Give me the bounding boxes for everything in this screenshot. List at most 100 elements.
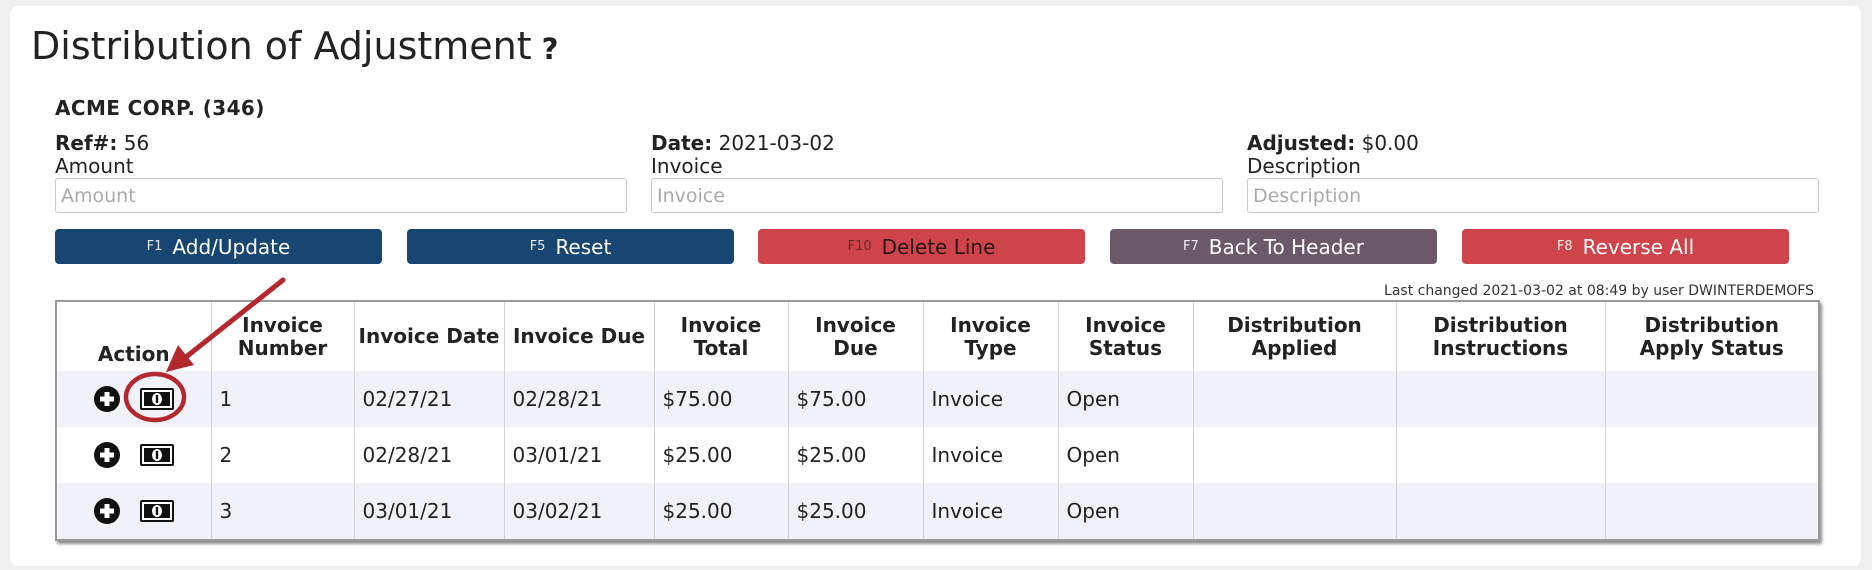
cell-distribution-apply-status [1605, 371, 1818, 427]
cell-invoice-due: $25.00 [788, 427, 924, 483]
adjusted-info: Adjusted: $0.00 [1247, 131, 1819, 155]
ref-info: Ref#: 56 [55, 131, 627, 155]
reset-label: Reset [555, 234, 612, 259]
back-to-header-key: F7 [1183, 239, 1199, 254]
col-header-invoice-number: Invoice Number [211, 302, 355, 371]
action-cell [57, 371, 212, 427]
cell-invoice-due-date: 02/28/21 [504, 371, 655, 427]
adjusted-label: Adjusted: [1247, 131, 1356, 155]
back-to-header-label: Back To Header [1208, 234, 1364, 259]
cell-distribution-applied [1193, 483, 1397, 539]
table-row: 3 03/01/21 03/02/21 $25.00 $25.00 Invoic… [57, 483, 1818, 539]
col-header-distribution-apply-status: Distribution Apply Status [1639, 312, 1784, 360]
cell-invoice-status: Open [1058, 427, 1194, 483]
cell-invoice-due-date: 03/02/21 [504, 483, 655, 539]
money-bill-icon [140, 500, 175, 522]
cell-distribution-apply-status [1605, 483, 1818, 539]
col-header-distribution-instructions: Distribution Instructions [1396, 302, 1606, 371]
cell-distribution-instructions [1396, 427, 1606, 483]
cell-distribution-applied [1193, 427, 1397, 483]
reset-button[interactable]: F5 Reset [407, 229, 734, 264]
delete-line-key: F10 [847, 239, 872, 254]
add-update-key: F1 [146, 239, 163, 254]
cell-invoice-total: $25.00 [654, 427, 789, 483]
cell-invoice-status: Open [1058, 483, 1194, 539]
cell-invoice-number: 3 [211, 483, 355, 539]
adjusted-value: $0.00 [1361, 131, 1419, 155]
delete-line-button[interactable]: F10 Delete Line [758, 229, 1085, 264]
cell-invoice-date: 02/28/21 [354, 427, 505, 483]
cell-invoice-status: Open [1058, 371, 1194, 427]
distribute-button[interactable] [140, 388, 175, 410]
delete-line-label: Delete Line [881, 234, 996, 259]
reset-key: F5 [529, 239, 546, 254]
page-title-text: Distribution of Adjustment [31, 24, 532, 68]
money-bill-icon [140, 444, 175, 466]
col-header-invoice-total: Invoice Total [654, 302, 789, 371]
amount-label: Amount [55, 154, 134, 178]
cell-invoice-total: $75.00 [654, 371, 789, 427]
cell-distribution-apply-status [1605, 427, 1818, 483]
cell-invoice-type: Invoice [923, 427, 1059, 483]
action-cell [57, 483, 212, 539]
cell-invoice-date: 02/27/21 [354, 371, 505, 427]
col-header-action: Action [57, 302, 212, 371]
amount-group: Ref#: 56 Amount [55, 131, 627, 213]
money-bill-icon [140, 388, 175, 410]
invoice-group: Date: 2021-03-02 Invoice [651, 131, 1223, 213]
cell-invoice-number: 2 [211, 427, 355, 483]
cell-distribution-instructions [1396, 483, 1606, 539]
add-update-button[interactable]: F1 Add/Update [55, 229, 382, 264]
cell-invoice-due-date: 03/01/21 [504, 427, 655, 483]
add-row-button[interactable] [93, 441, 140, 469]
cell-invoice-due: $75.00 [788, 371, 924, 427]
page-title: Distribution of Adjustment? [31, 24, 558, 68]
cell-invoice-due: $25.00 [788, 483, 924, 539]
amount-input[interactable] [55, 178, 627, 213]
description-input[interactable] [1247, 178, 1819, 213]
cell-distribution-applied [1193, 371, 1397, 427]
back-to-header-button[interactable]: F7 Back To Header [1110, 229, 1437, 264]
col-header-invoice-status: Invoice Status [1058, 302, 1194, 371]
table-row: 1 02/27/21 02/28/21 $75.00 $75.00 Invoic… [57, 371, 1818, 427]
ref-label: Ref#: [55, 131, 118, 155]
col-header-invoice-date: Invoice Date [354, 302, 505, 371]
plus-circle-icon [94, 442, 121, 468]
cell-invoice-type: Invoice [923, 483, 1059, 539]
ref-value: 56 [123, 131, 150, 155]
distribute-button[interactable] [140, 500, 175, 522]
plus-circle-icon [94, 498, 121, 524]
invoice-table-container: Action Invoice Number Invoice Date Invoi… [55, 300, 1820, 541]
invoice-input[interactable] [651, 178, 1223, 213]
cell-distribution-instructions [1396, 371, 1606, 427]
col-header-invoice-due-date: Invoice Due [504, 302, 655, 371]
date-label: Date: [651, 131, 713, 155]
date-value: 2021-03-02 [718, 131, 835, 155]
last-changed-text: Last changed 2021-03-02 at 08:49 by user… [1384, 283, 1814, 299]
add-row-button[interactable] [93, 385, 140, 413]
col-header-invoice-due: Invoice Due [788, 302, 924, 371]
cell-invoice-date: 03/01/21 [354, 483, 505, 539]
col-header-distribution-applied: Distribution Applied [1193, 302, 1397, 371]
plus-circle-icon [94, 386, 121, 412]
add-update-label: Add/Update [172, 234, 291, 259]
table-row: 2 02/28/21 03/01/21 $25.00 $25.00 Invoic… [57, 427, 1818, 483]
distribute-button[interactable] [140, 444, 175, 466]
description-label: Description [1247, 154, 1361, 178]
invoice-label: Invoice [651, 154, 723, 178]
description-group: Adjusted: $0.00 Description [1247, 131, 1819, 213]
company-name: ACME CORP. (346) [55, 96, 265, 120]
cell-invoice-number: 1 [211, 371, 355, 427]
cell-invoice-type: Invoice [923, 371, 1059, 427]
col-header-invoice-type: Invoice Type [923, 302, 1059, 371]
add-row-button[interactable] [93, 497, 140, 525]
cell-invoice-total: $25.00 [654, 483, 789, 539]
invoice-table: Action Invoice Number Invoice Date Invoi… [57, 302, 1818, 539]
date-info: Date: 2021-03-02 [651, 131, 1223, 155]
help-icon[interactable]: ? [542, 32, 559, 66]
reverse-all-label: Reverse All [1582, 234, 1695, 259]
reverse-all-key: F8 [1556, 239, 1573, 254]
action-cell [57, 427, 212, 483]
reverse-all-button[interactable]: F8 Reverse All [1462, 229, 1789, 264]
table-header-row: Action Invoice Number Invoice Date Invoi… [57, 302, 1818, 371]
